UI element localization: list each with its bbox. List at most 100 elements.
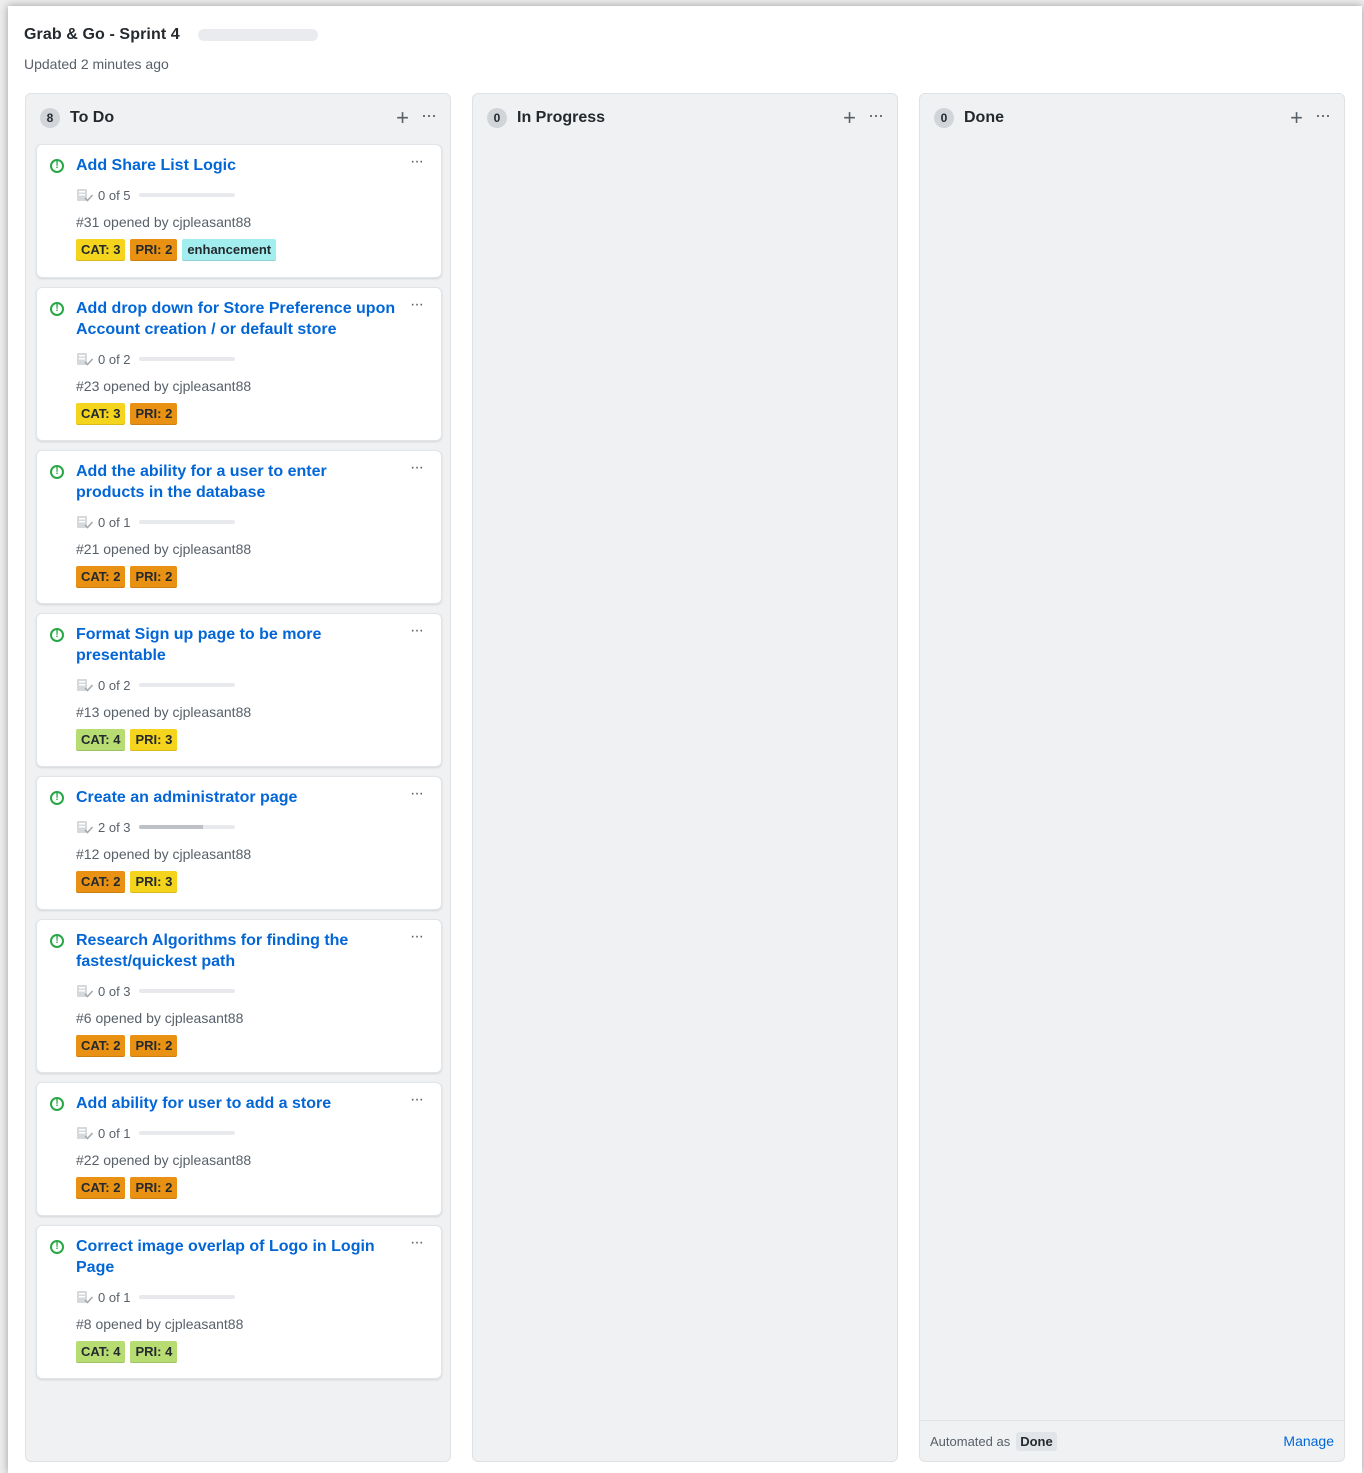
- issue-label[interactable]: CAT: 4: [76, 729, 126, 751]
- kebab-horizontal-icon[interactable]: ···: [410, 1234, 424, 1252]
- checklist-icon: [77, 353, 94, 366]
- task-progress-bar: [138, 683, 235, 687]
- issue-meta: #12 opened by cjpleasant88: [76, 846, 252, 862]
- issue-title[interactable]: Add drop down for Store Preference upon …: [76, 298, 396, 340]
- task-progress: 0 of 2: [76, 351, 235, 367]
- issue-meta: #6 opened by cjpleasant88: [76, 1010, 244, 1026]
- issue-label[interactable]: PRI: 2: [130, 566, 178, 588]
- board-title: Grab & Go - Sprint 4: [24, 26, 180, 43]
- checklist-icon: [77, 1291, 94, 1304]
- column-done: 0 Done + ··· Automated as Done Manage: [919, 93, 1345, 1462]
- issue-label[interactable]: enhancement: [182, 239, 277, 261]
- checklist-icon: [77, 679, 94, 692]
- checklist-icon: [77, 985, 94, 998]
- task-progress-bar: [138, 520, 235, 524]
- issue-label[interactable]: PRI: 3: [130, 871, 178, 893]
- issue-label[interactable]: CAT: 2: [76, 871, 126, 893]
- issue-label[interactable]: CAT: 3: [76, 239, 126, 261]
- column-to-do: 8 To Do + ··· ! Add Share List Logic ···…: [25, 93, 451, 1462]
- issue-card[interactable]: ! Format Sign up page to be more present…: [36, 613, 442, 767]
- issue-label[interactable]: PRI: 2: [130, 239, 178, 261]
- column-header: 8 To Do + ···: [40, 106, 437, 130]
- issue-label[interactable]: PRI: 2: [130, 1177, 178, 1199]
- issue-card[interactable]: ! Create an administrator page ··· 2 of …: [36, 776, 442, 910]
- task-count: 2 of 3: [98, 819, 131, 835]
- issue-title[interactable]: Create an administrator page: [76, 787, 396, 808]
- checklist-icon: [77, 821, 94, 834]
- issue-label[interactable]: PRI: 4: [130, 1341, 178, 1363]
- card-count-badge: 8: [40, 108, 60, 128]
- issue-title[interactable]: Add Share List Logic: [76, 155, 396, 176]
- plus-icon[interactable]: +: [843, 107, 856, 129]
- updated-timestamp: Updated 2 minutes ago: [24, 56, 169, 72]
- issue-label[interactable]: PRI: 3: [130, 729, 178, 751]
- issue-meta: #22 opened by cjpleasant88: [76, 1152, 252, 1168]
- kebab-horizontal-icon[interactable]: ···: [410, 928, 424, 946]
- checklist-icon: [77, 516, 94, 529]
- label-list: CAT: 3 PRI: 2 enhancement: [76, 239, 281, 261]
- task-progress: 0 of 2: [76, 677, 235, 693]
- issue-label[interactable]: PRI: 2: [130, 403, 178, 425]
- task-progress-fill: [138, 825, 203, 829]
- issue-card[interactable]: ! Research Algorithms for finding the fa…: [36, 919, 442, 1073]
- card-count-badge: 0: [487, 108, 507, 128]
- issue-title[interactable]: Add ability for user to add a store: [76, 1093, 396, 1114]
- task-progress: 2 of 3: [76, 819, 235, 835]
- issue-meta: #21 opened by cjpleasant88: [76, 541, 252, 557]
- kebab-horizontal-icon[interactable]: ···: [1315, 106, 1331, 124]
- label-list: CAT: 2 PRI: 2: [76, 1177, 182, 1199]
- issue-label[interactable]: CAT: 2: [76, 566, 126, 588]
- kebab-horizontal-icon[interactable]: ···: [410, 459, 424, 477]
- kebab-horizontal-icon[interactable]: ···: [410, 785, 424, 803]
- kebab-horizontal-icon[interactable]: ···: [410, 1091, 424, 1109]
- task-progress: 0 of 1: [76, 1289, 235, 1305]
- issue-opened-icon: !: [50, 465, 64, 479]
- task-count: 0 of 3: [98, 983, 131, 999]
- board-description-placeholder: [197, 29, 318, 41]
- issue-meta: #13 opened by cjpleasant88: [76, 704, 252, 720]
- task-progress-bar: [138, 1131, 235, 1135]
- issue-label[interactable]: CAT: 3: [76, 403, 126, 425]
- issue-label[interactable]: CAT: 4: [76, 1341, 126, 1363]
- label-list: CAT: 2 PRI: 2: [76, 1035, 182, 1057]
- issue-card[interactable]: ! Add the ability for a user to enter pr…: [36, 450, 442, 604]
- kebab-horizontal-icon[interactable]: ···: [421, 106, 437, 124]
- column-title: To Do: [70, 109, 115, 126]
- automation-preset-badge: Done: [1016, 1431, 1057, 1451]
- task-progress-bar: [138, 357, 235, 361]
- issue-card[interactable]: ! Add drop down for Store Preference upo…: [36, 287, 442, 441]
- task-progress: 0 of 3: [76, 983, 235, 999]
- issue-opened-icon: !: [50, 302, 64, 316]
- issue-title[interactable]: Add the ability for a user to enter prod…: [76, 461, 396, 503]
- issue-title[interactable]: Format Sign up page to be more presentab…: [76, 624, 396, 666]
- issue-title[interactable]: Correct image overlap of Logo in Login P…: [76, 1236, 396, 1278]
- issue-card[interactable]: ! Correct image overlap of Logo in Login…: [36, 1225, 442, 1379]
- kebab-horizontal-icon[interactable]: ···: [410, 296, 424, 314]
- checklist-icon: [77, 189, 94, 202]
- task-progress: 0 of 5: [76, 187, 235, 203]
- issue-card[interactable]: ! Add ability for user to add a store ··…: [36, 1082, 442, 1216]
- project-board: Grab & Go - Sprint 4 Updated 2 minutes a…: [8, 6, 1362, 1473]
- automation-footer: Automated as Done Manage: [920, 1420, 1344, 1461]
- kebab-horizontal-icon[interactable]: ···: [410, 622, 424, 640]
- issue-opened-icon: !: [50, 1097, 64, 1111]
- label-list: CAT: 2 PRI: 2: [76, 566, 182, 588]
- task-count: 0 of 5: [98, 187, 131, 203]
- column-header: 0 In Progress + ···: [487, 106, 884, 130]
- column-header: 0 Done + ···: [934, 106, 1331, 130]
- issue-card[interactable]: ! Add Share List Logic ··· 0 of 5 #31 op…: [36, 144, 442, 278]
- column-title: In Progress: [517, 109, 606, 126]
- issue-meta: #23 opened by cjpleasant88: [76, 378, 252, 394]
- issue-label[interactable]: CAT: 2: [76, 1035, 126, 1057]
- kebab-horizontal-icon[interactable]: ···: [410, 153, 424, 171]
- plus-icon[interactable]: +: [396, 107, 409, 129]
- issue-label[interactable]: CAT: 2: [76, 1177, 126, 1199]
- manage-automation-link[interactable]: Manage: [1283, 1433, 1334, 1449]
- issue-title[interactable]: Research Algorithms for finding the fast…: [76, 930, 396, 972]
- card-count-badge: 0: [934, 108, 954, 128]
- task-progress: 0 of 1: [76, 514, 235, 530]
- label-list: CAT: 2 PRI: 3: [76, 871, 182, 893]
- plus-icon[interactable]: +: [1290, 107, 1303, 129]
- issue-label[interactable]: PRI: 2: [130, 1035, 178, 1057]
- kebab-horizontal-icon[interactable]: ···: [868, 106, 884, 124]
